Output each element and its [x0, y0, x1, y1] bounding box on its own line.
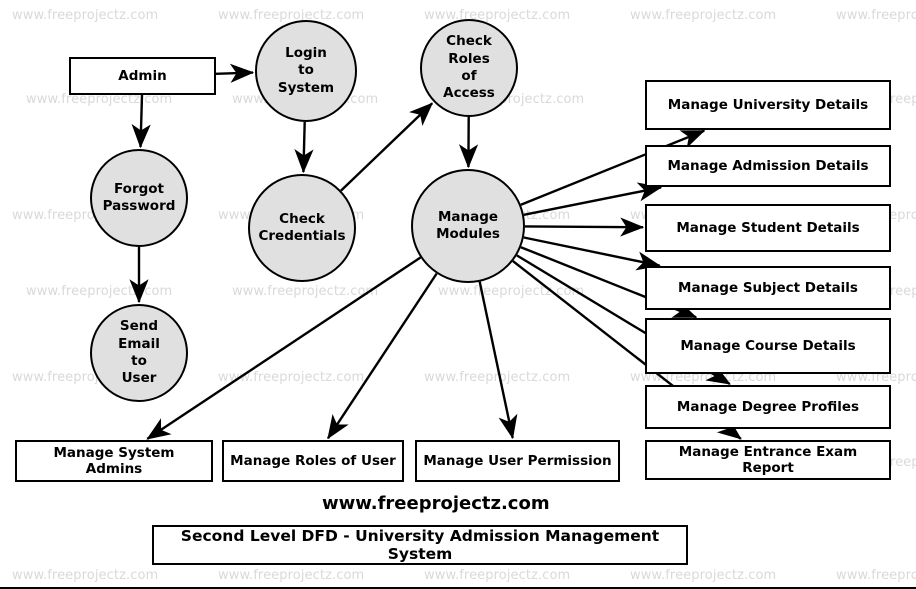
flow-arrow-modules-to-rolesuser: [328, 274, 437, 439]
watermark-text: www.freeprojectz.com: [12, 8, 158, 23]
process-label-line: Modules: [436, 226, 500, 243]
flow-arrow-admin-to-login: [216, 73, 253, 74]
site-label: www.freeprojectz.com: [322, 493, 550, 514]
flow-arrow-modules-to-sysadmins: [147, 258, 420, 439]
process-label-line: Manage: [438, 209, 498, 226]
process-label-line: User: [122, 370, 157, 387]
data-store-subject[interactable]: Manage Subject Details: [645, 266, 891, 310]
process-label-line: Roles: [448, 51, 490, 68]
process-label-line: of: [461, 68, 476, 85]
flow-arrow-credentials-to-roles: [341, 103, 432, 190]
watermark-text: www.freeprojectz.com: [424, 568, 570, 583]
watermark-text: www.freeprojectz.com: [836, 8, 916, 23]
watermark-text: www.freeprojectz.com: [232, 284, 378, 299]
process-credentials[interactable]: CheckCredentials: [248, 174, 356, 282]
watermark-text: www.freeprojectz.com: [836, 568, 916, 583]
process-label-line: System: [278, 80, 334, 97]
watermark-text: www.freeprojectz.com: [218, 568, 364, 583]
data-store-course[interactable]: Manage Course Details: [645, 318, 891, 374]
data-store-student[interactable]: Manage Student Details: [645, 204, 891, 252]
process-sendmail[interactable]: SendEmailtoUser: [90, 304, 188, 402]
process-label-line: to: [298, 62, 314, 79]
watermark-text: www.freeprojectz.com: [438, 284, 584, 299]
process-label-line: Credentials: [258, 228, 345, 245]
process-label-line: Email: [118, 336, 160, 353]
process-login[interactable]: LogintoSystem: [255, 20, 357, 122]
process-label-line: to: [131, 353, 147, 370]
diagram-title-box: Second Level DFD - University Admission …: [152, 525, 688, 565]
data-store-admission[interactable]: Manage Admission Details: [645, 145, 891, 187]
data-store-sysadmins[interactable]: Manage System Admins: [15, 440, 213, 482]
process-label-line: Forgot: [114, 181, 164, 198]
flow-arrow-login-to-credentials: [303, 122, 304, 172]
flow-arrow-admin-to-forgot: [141, 95, 143, 147]
watermark-text: www.freeprojectz.com: [630, 8, 776, 23]
data-store-userperm[interactable]: Manage User Permission: [415, 440, 620, 482]
data-store-university[interactable]: Manage University Details: [645, 80, 891, 130]
flow-arrow-modules-to-userperm: [480, 282, 513, 438]
process-modules[interactable]: ManageModules: [411, 169, 525, 283]
flow-arrow-modules-to-admission: [524, 187, 661, 214]
watermark-text: www.freeprojectz.com: [218, 8, 364, 23]
data-store-degree[interactable]: Manage Degree Profiles: [645, 385, 891, 429]
process-label-line: Access: [443, 85, 495, 102]
process-label-line: Check: [446, 33, 492, 50]
process-label-line: Send: [120, 318, 158, 335]
watermark-text: www.freeprojectz.com: [424, 370, 570, 385]
flow-arrow-modules-to-student: [525, 226, 643, 227]
process-label-line: Login: [285, 45, 327, 62]
dfd-canvas: www.freeprojectz.com www.freeprojectz.com…: [0, 0, 916, 589]
process-label-line: Check: [279, 211, 325, 228]
watermark-text: www.freeprojectz.com: [424, 8, 570, 23]
external-entity-admin[interactable]: Admin: [69, 57, 216, 95]
data-store-rolesuser[interactable]: Manage Roles of User: [222, 440, 404, 482]
watermark-text: www.freeprojectz.com: [26, 284, 172, 299]
process-roles[interactable]: CheckRolesofAccess: [420, 19, 518, 117]
data-store-entrance[interactable]: Manage Entrance Exam Report: [645, 440, 891, 480]
process-forgot[interactable]: ForgotPassword: [90, 149, 188, 247]
watermark-text: www.freeprojectz.com: [12, 568, 158, 583]
flow-arrow-modules-to-subject: [524, 238, 660, 266]
watermark-text: www.freeprojectz.com: [630, 568, 776, 583]
process-label-line: Password: [103, 198, 176, 215]
watermark-text: www.freeprojectz.com: [218, 370, 364, 385]
